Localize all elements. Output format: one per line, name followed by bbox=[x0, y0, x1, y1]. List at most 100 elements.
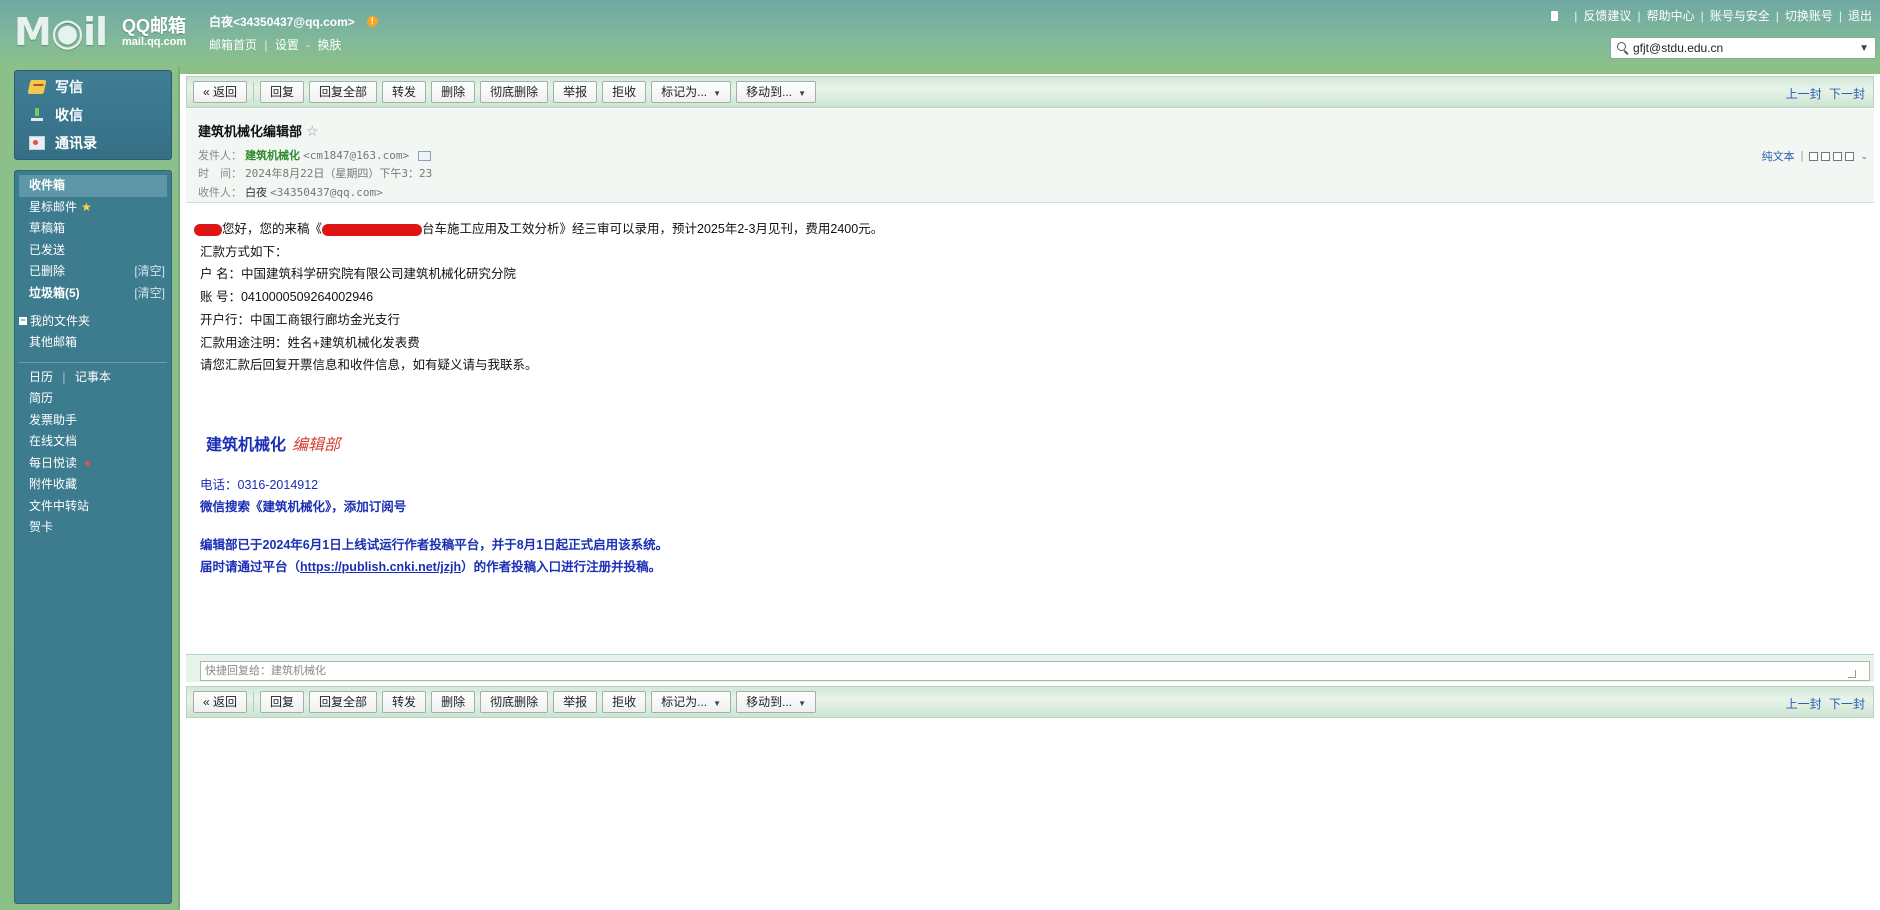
delete-permanently-button[interactable]: 彻底删除 bbox=[480, 691, 549, 713]
sidebar-item-label: 贺卡 bbox=[29, 520, 54, 534]
chevron-down-icon[interactable]: ▼ bbox=[1859, 43, 1869, 54]
receive-button[interactable]: 收信 bbox=[15, 101, 171, 129]
sidebar-item-attachments[interactable]: 附件收藏 bbox=[15, 474, 171, 496]
reject-button[interactable]: 拒收 bbox=[602, 691, 647, 713]
recipient-name[interactable]: 白夜 bbox=[245, 187, 267, 199]
search-icon[interactable] bbox=[1616, 41, 1630, 55]
account-security-link[interactable]: 账号与安全 bbox=[1710, 7, 1770, 24]
reply-all-button[interactable]: 回复全部 bbox=[309, 691, 378, 713]
compose-label: 写信 bbox=[55, 79, 83, 95]
sidebar-item-label: 草稿箱 bbox=[29, 221, 66, 235]
logout-link[interactable]: 退出 bbox=[1848, 7, 1872, 24]
sidebar-item-daily-reading[interactable]: 每日悦读 bbox=[15, 453, 171, 475]
sender-name[interactable]: 建筑机械化 bbox=[245, 150, 300, 162]
sidebar-item-drafts[interactable]: 草稿箱 bbox=[15, 218, 171, 240]
notebook-link[interactable]: 记事本 bbox=[75, 370, 111, 384]
mark-as-dropdown[interactable]: 标记为... ▼ bbox=[651, 81, 732, 103]
reject-button[interactable]: 拒收 bbox=[602, 81, 647, 103]
publish-platform-link[interactable]: https://publish.cnki.net/jzjh bbox=[300, 560, 461, 574]
sidebar-item-resume[interactable]: 简历 bbox=[15, 388, 171, 410]
collapse-icon[interactable]: − bbox=[19, 316, 27, 325]
toolbar-separator bbox=[253, 692, 255, 712]
delete-button[interactable]: 删除 bbox=[431, 691, 476, 713]
new-window-icon[interactable] bbox=[1809, 151, 1819, 161]
mobile-icon[interactable] bbox=[1551, 10, 1559, 21]
reply-button[interactable]: 回复 bbox=[260, 81, 305, 103]
my-folders-group[interactable]: − 我的文件夹 bbox=[15, 310, 171, 332]
folder-panel: 收件箱 星标邮件 ★ 草稿箱 已发送 已删除 [清空] 垃圾箱(5) [清空] −… bbox=[14, 170, 172, 904]
time-row: 时 间： 2024年8月22日（星期四）下午3：23 bbox=[198, 165, 432, 181]
calendar-link[interactable]: 日历 bbox=[29, 370, 53, 384]
report-button[interactable]: 举报 bbox=[553, 81, 598, 103]
chevron-down-icon[interactable]: ⌄ bbox=[1860, 151, 1868, 162]
print-icon[interactable] bbox=[1845, 151, 1855, 161]
sidebar-item-deleted[interactable]: 已删除 [清空] bbox=[15, 261, 171, 283]
change-skin-link[interactable]: 换肤 bbox=[318, 38, 342, 52]
body-line: 汇款用途注明：姓名+建筑机械化发表费 bbox=[200, 335, 420, 350]
sidebar-item-sent[interactable]: 已发送 bbox=[15, 240, 171, 262]
plain-text-link[interactable]: 纯文本 bbox=[1762, 148, 1795, 164]
move-to-label: 移动到... bbox=[746, 695, 793, 709]
sidebar-item-invoice-assistant[interactable]: 发票助手 bbox=[15, 410, 171, 432]
mailbox-home-link[interactable]: 邮箱首页 bbox=[209, 38, 257, 52]
sidebar-item-other-mailbox[interactable]: 其他邮箱 bbox=[15, 332, 171, 354]
move-to-dropdown[interactable]: 移动到... ▼ bbox=[736, 81, 816, 103]
quick-reply-input[interactable]: 快捷回复给：建筑机械化 bbox=[200, 661, 1870, 681]
forward-button[interactable]: 转发 bbox=[382, 81, 427, 103]
delete-button[interactable]: 删除 bbox=[431, 81, 476, 103]
fullscreen-icon[interactable] bbox=[1821, 151, 1831, 161]
signature-subtitle: 编辑部 bbox=[292, 437, 341, 454]
signature-notice-link-line: 届时请通过平台（https://publish.cnki.net/jzjh）的作… bbox=[200, 556, 661, 575]
report-button[interactable]: 举报 bbox=[553, 691, 598, 713]
reply-button[interactable]: 回复 bbox=[260, 691, 305, 713]
link-separator: | bbox=[62, 369, 66, 384]
redaction-mark bbox=[194, 223, 222, 236]
compose-button[interactable]: 写信 bbox=[15, 73, 171, 101]
contacts-button[interactable]: 通讯录 bbox=[15, 129, 171, 157]
feedback-link[interactable]: 反馈建议 bbox=[1583, 7, 1631, 24]
recipient-email: <34350437@qq.com> bbox=[270, 186, 383, 199]
mark-as-label: 标记为... bbox=[661, 85, 708, 99]
switch-account-link[interactable]: 切换账号 bbox=[1785, 7, 1833, 24]
back-button[interactable]: « 返回 bbox=[193, 81, 248, 103]
sidebar-item-inbox[interactable]: 收件箱 bbox=[19, 175, 167, 197]
mail-toolbar-bottom: « 返回 回复 回复全部 转发 删除 彻底删除 举报 拒收 标记为... ▼ 移动… bbox=[186, 686, 1874, 718]
forward-button[interactable]: 转发 bbox=[382, 691, 427, 713]
sidebar-item-label: 其他邮箱 bbox=[29, 335, 78, 349]
next-mail-link[interactable]: 下一封 bbox=[1829, 87, 1865, 101]
mail-nav-links: 上一封 下一封 bbox=[1786, 695, 1865, 712]
next-mail-link[interactable]: 下一封 bbox=[1829, 697, 1865, 711]
move-to-dropdown[interactable]: 移动到... ▼ bbox=[736, 691, 816, 713]
settings-link[interactable]: 设置 bbox=[275, 38, 299, 52]
star-icon[interactable]: ☆ bbox=[306, 123, 319, 139]
contacts-icon bbox=[29, 136, 45, 150]
mail-reader: « 返回 回复 回复全部 转发 删除 彻底删除 举报 拒收 标记为... ▼ 移动… bbox=[180, 66, 1880, 910]
archive-icon[interactable] bbox=[1833, 151, 1843, 161]
resize-handle-icon[interactable] bbox=[1848, 670, 1856, 678]
delete-permanently-button[interactable]: 彻底删除 bbox=[480, 81, 549, 103]
mail-view-tools: 纯文本 | ⌄ bbox=[1762, 148, 1868, 164]
reply-all-button[interactable]: 回复全部 bbox=[309, 81, 378, 103]
help-center-link[interactable]: 帮助中心 bbox=[1647, 7, 1695, 24]
prev-mail-link[interactable]: 上一封 bbox=[1786, 697, 1822, 711]
body-line: 请您汇款后回复开票信息和收件信息，如有疑义请与我联系。 bbox=[200, 358, 538, 373]
prev-mail-link[interactable]: 上一封 bbox=[1786, 87, 1822, 101]
user-links: 邮箱首页 | 设置 - 换肤 bbox=[209, 36, 378, 53]
sidebar-item-file-transfer[interactable]: 文件中转站 bbox=[15, 496, 171, 518]
signature-name: 建筑机械化 bbox=[206, 437, 287, 454]
sidebar-item-greeting-card[interactable]: 贺卡 bbox=[15, 517, 171, 539]
sidebar-item-online-docs[interactable]: 在线文档 bbox=[15, 431, 171, 453]
search-input[interactable] bbox=[1633, 39, 1853, 57]
recipient-label: 收件人： bbox=[198, 187, 242, 199]
body-line: 您好，您的来稿《 台车施工应用及工效分析》经三审可以录用，预计2025年2-3月见… bbox=[194, 218, 1800, 241]
warning-icon[interactable]: ! bbox=[366, 16, 378, 27]
mark-as-dropdown[interactable]: 标记为... ▼ bbox=[651, 691, 732, 713]
sidebar-item-label: 已发送 bbox=[29, 242, 66, 257]
clear-spam-link[interactable]: [清空] bbox=[134, 283, 165, 305]
sidebar-item-spam[interactable]: 垃圾箱(5) [清空] bbox=[15, 283, 171, 305]
sidebar-item-starred[interactable]: 星标邮件 ★ bbox=[15, 197, 171, 219]
back-button[interactable]: « 返回 bbox=[193, 691, 248, 713]
link-separator: | bbox=[264, 38, 268, 52]
clear-deleted-link[interactable]: [清空] bbox=[134, 261, 165, 283]
contact-card-icon[interactable] bbox=[418, 151, 432, 162]
